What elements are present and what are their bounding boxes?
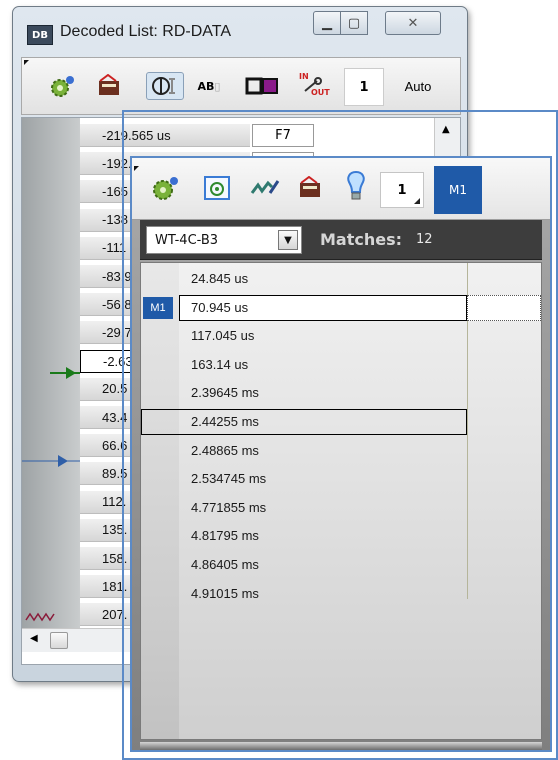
decoded-list-toolbar: AB ▯ IN OUT 1 Auto [21, 57, 461, 115]
result-row[interactable]: 24.845 us [141, 265, 541, 293]
search-toolbar: 1 M1 [132, 158, 550, 220]
title-bar[interactable]: DB Decoded List: RD-DATA ▁ ▢ ✕ [13, 7, 467, 53]
calculator-icon[interactable] [294, 174, 326, 202]
count-selector[interactable]: 1 [380, 172, 424, 208]
count-selector[interactable]: 1 [344, 68, 384, 106]
result-value: 4.91015 ms [191, 585, 259, 601]
marker-m1-badge: M1 [143, 296, 173, 319]
row-highlight [141, 409, 467, 435]
result-value: 70.945 us [191, 299, 249, 315]
filter-bar: WT-4C-B3 ▼ Matches: 12 [140, 220, 542, 260]
maximize-button[interactable]: ▢ [340, 11, 368, 35]
minimize-icon: ▁ [322, 15, 332, 31]
window-title: Decoded List: RD-DATA [60, 23, 232, 40]
result-value: 117.045 us [191, 328, 255, 344]
result-row[interactable]: 4.81795 ms [141, 522, 541, 550]
result-row[interactable]: 2.44255 ms [141, 408, 541, 436]
gear-icon[interactable] [46, 72, 80, 100]
lightbulb-icon[interactable] [342, 170, 370, 200]
result-row[interactable]: 163.14 us [141, 351, 541, 379]
result-row[interactable]: 2.39645 ms [141, 379, 541, 407]
gear-icon[interactable] [148, 174, 184, 202]
horizontal-scroll-thumb[interactable] [50, 632, 68, 649]
corner-mark [24, 60, 29, 65]
result-value: 2.48865 ms [191, 442, 259, 458]
calculator-icon[interactable] [94, 72, 124, 100]
result-value: 2.39645 ms [191, 385, 259, 401]
result-value: 163.14 us [191, 356, 249, 372]
search-results-list: 24.845 us M1 70.945 us 117.045 us 163.14 us 2… [140, 262, 542, 740]
result-row[interactable]: 4.86405 ms [141, 551, 541, 579]
abc-suffix: ▯ [214, 79, 221, 93]
result-value: 2.534745 ms [191, 471, 267, 487]
result-row[interactable]: 2.48865 ms [141, 437, 541, 465]
result-value: 4.771855 ms [191, 499, 267, 515]
result-value: 24.845 us [191, 271, 249, 286]
search-results-window: 1 M1 WT-4C-B3 ▼ Matches: 12 24.845 us M1 7… [130, 156, 552, 752]
app-badge-icon: DB [27, 25, 53, 45]
result-value: 4.86405 ms [191, 557, 259, 572]
result-row[interactable]: 4.771855 ms [141, 494, 541, 522]
result-row[interactable]: 117.045 us [141, 322, 541, 350]
close-button[interactable]: ✕ [385, 11, 441, 35]
waveform-icon[interactable] [248, 174, 282, 202]
compare-icon[interactable] [244, 72, 280, 100]
result-row[interactable]: M1 70.945 us [141, 294, 541, 322]
marker-m1-button[interactable]: M1 [434, 166, 482, 214]
filter-select[interactable]: WT-4C-B3 ▼ [146, 226, 302, 254]
corner-mark [134, 166, 139, 171]
matches-count: 12 [416, 232, 433, 247]
disk-icon[interactable] [200, 174, 234, 202]
in-out-icon[interactable]: IN OUT [298, 72, 330, 100]
matches-label: Matches: [320, 230, 403, 249]
scroll-left-icon[interactable]: ◀ [30, 633, 38, 644]
auto-selector[interactable]: Auto [394, 72, 442, 100]
result-value: 4.81795 ms [191, 528, 259, 544]
bottom-strip [140, 742, 542, 750]
result-row[interactable]: 2.534745 ms [141, 465, 541, 493]
result-value: 2.44255 ms [191, 414, 259, 429]
waveform-gutter [22, 118, 80, 628]
signal-icon[interactable] [146, 72, 184, 100]
minimize-button[interactable]: ▁ [313, 11, 341, 35]
dropdown-arrow-icon[interactable]: ▼ [278, 230, 298, 250]
close-icon: ✕ [407, 15, 419, 31]
trigger-markers [22, 367, 80, 622]
maximize-icon: ▢ [347, 15, 361, 31]
row-highlight-extension [467, 294, 541, 321]
result-row[interactable]: 4.91015 ms [141, 580, 541, 608]
compare-abc-icon[interactable]: AB ▯ [192, 72, 226, 100]
